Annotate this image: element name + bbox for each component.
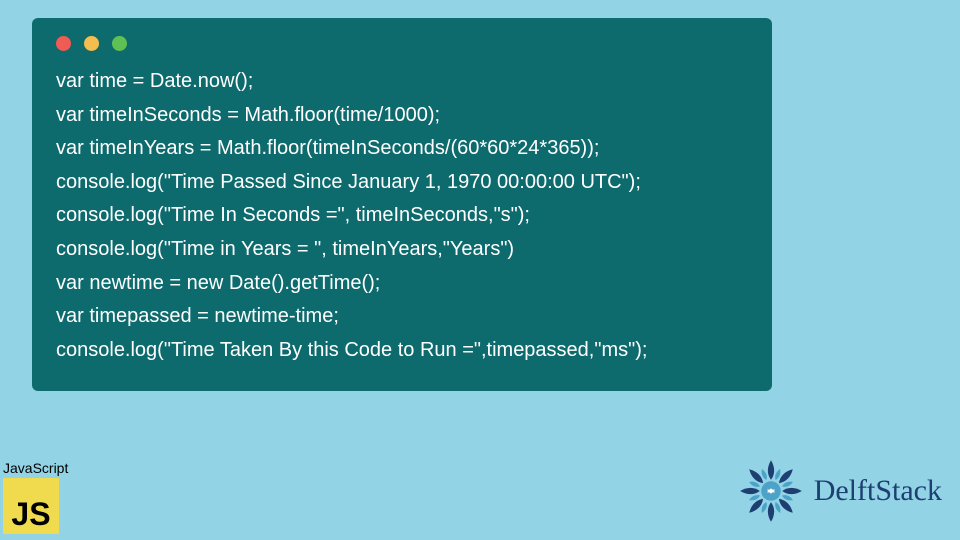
close-icon xyxy=(56,36,71,51)
code-block: var time = Date.now(); var timeInSeconds… xyxy=(56,65,748,367)
footer: JavaScript JS xyxy=(0,446,960,540)
window-controls xyxy=(56,36,748,51)
language-badge: JavaScript JS xyxy=(3,460,68,534)
brand-logo-icon xyxy=(736,456,806,526)
code-window: var time = Date.now(); var timeInSeconds… xyxy=(32,18,772,391)
language-label: JavaScript xyxy=(3,460,68,476)
brand: DelftStack xyxy=(736,456,942,526)
brand-name: DelftStack xyxy=(814,474,942,508)
language-short: JS xyxy=(11,498,50,534)
minimize-icon xyxy=(84,36,99,51)
maximize-icon xyxy=(112,36,127,51)
javascript-logo-icon: JS xyxy=(3,478,59,534)
